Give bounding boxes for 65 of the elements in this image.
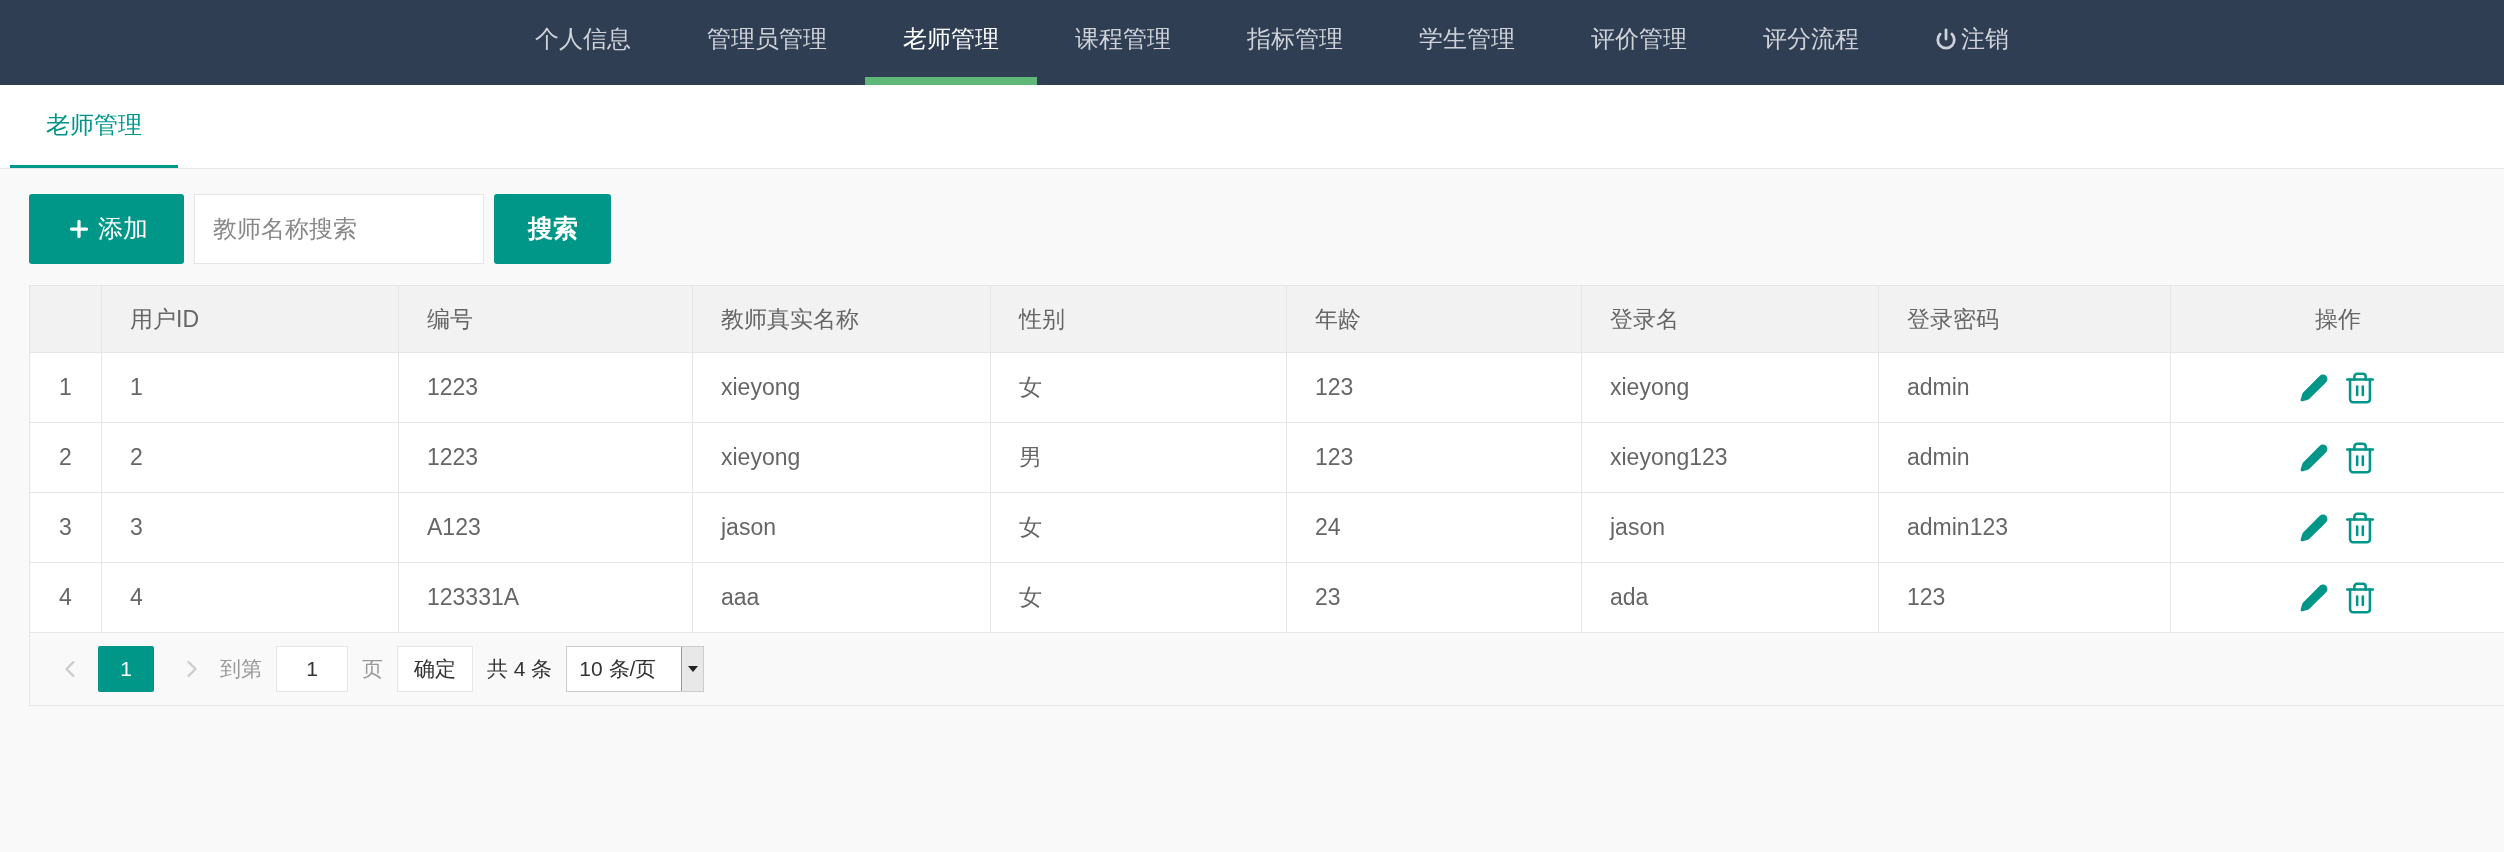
table-cell-text: A123 [427, 513, 481, 543]
page-number-field[interactable]: 1 [276, 646, 348, 692]
table-cell-text: 4 [130, 583, 143, 613]
total-count: 共 4 条 [487, 656, 553, 683]
table-cell-text: jason [1610, 513, 1665, 543]
page-unit-label: 页 [362, 656, 383, 683]
table-cell-text: 1223 [427, 373, 479, 403]
add-label: 添加 [97, 213, 148, 245]
search-field[interactable]: 教师名称搜索 [194, 194, 484, 264]
column-header: 年龄 [1315, 304, 1361, 334]
table-cell-text: 123 [1315, 443, 1354, 473]
table-cell-text: 1 [130, 373, 143, 403]
table-cell-text: 23 [1315, 583, 1341, 613]
table-cell-text: 女 [1019, 373, 1042, 403]
table-cell-text: 女 [1019, 583, 1042, 613]
page-button[interactable]: 1 [98, 646, 154, 692]
search-button[interactable]: 搜索 [494, 194, 611, 264]
column-header: 性别 [1019, 304, 1065, 334]
nav-link[interactable]: 注销 [1897, 0, 2047, 85]
nav-link[interactable]: 学生管理 [1381, 0, 1553, 85]
table-cell-text: admin [1907, 373, 1970, 403]
table-cell-text: xieyong [1610, 373, 1690, 403]
nav-link[interactable]: 评分流程 [1725, 0, 1897, 85]
edit-icon[interactable] [2298, 582, 2329, 613]
table-cell-text: 3 [130, 513, 143, 543]
table-cell-text: xieyong [721, 443, 801, 473]
nav-link[interactable]: 管理员管理 [669, 0, 865, 85]
table-cell-text: xieyong123 [1610, 443, 1728, 473]
table-cell-text: ada [1610, 583, 1649, 613]
row-number: 1 [59, 373, 72, 403]
edit-icon[interactable] [2298, 442, 2329, 473]
row-number: 2 [59, 443, 72, 473]
row-number: 4 [59, 583, 72, 613]
table-cell-text: 男 [1019, 443, 1042, 473]
table-cell-text: 1223 [427, 443, 479, 473]
edit-icon[interactable] [2298, 372, 2329, 403]
column-header: 编号 [427, 304, 473, 334]
column-header: 教师真实名称 [721, 304, 859, 334]
table-cell-text: 2 [130, 443, 143, 473]
nav-link[interactable]: 评价管理 [1553, 0, 1725, 85]
row-number: 3 [59, 513, 72, 543]
confirm-button[interactable]: 确定 [397, 646, 473, 692]
nav-link[interactable]: 个人信息 [497, 0, 669, 85]
table-cell-text: aaa [721, 583, 760, 613]
table-cell-text: 女 [1019, 513, 1042, 543]
table-cell-text: jason [721, 513, 776, 543]
page-size-select[interactable]: 10 条/页 [566, 646, 705, 692]
table-cell-text: 24 [1315, 513, 1341, 543]
edit-icon[interactable] [2298, 512, 2329, 543]
nav-link[interactable]: 指标管理 [1209, 0, 1381, 85]
tab[interactable]: 老师管理 [10, 85, 178, 168]
column-header: 用户ID [130, 304, 199, 334]
column-header: 操作 [2314, 304, 2361, 334]
column-header: 登录名 [1610, 304, 1679, 334]
table-cell-text: 123 [1315, 373, 1354, 403]
column-header: 登录密码 [1907, 304, 1999, 334]
table-cell-text: xieyong [721, 373, 801, 403]
power-icon [1935, 27, 1957, 50]
table-cell-text: admin123 [1907, 513, 2009, 543]
table-cell-text: 123 [1907, 583, 1946, 613]
table-cell-text: 123331A [427, 583, 520, 613]
table-cell-text: admin [1907, 443, 1970, 473]
goto-label: 到第 [220, 656, 262, 683]
add-button[interactable]: 添加 [29, 194, 184, 264]
nav-link[interactable]: 课程管理 [1037, 0, 1209, 85]
